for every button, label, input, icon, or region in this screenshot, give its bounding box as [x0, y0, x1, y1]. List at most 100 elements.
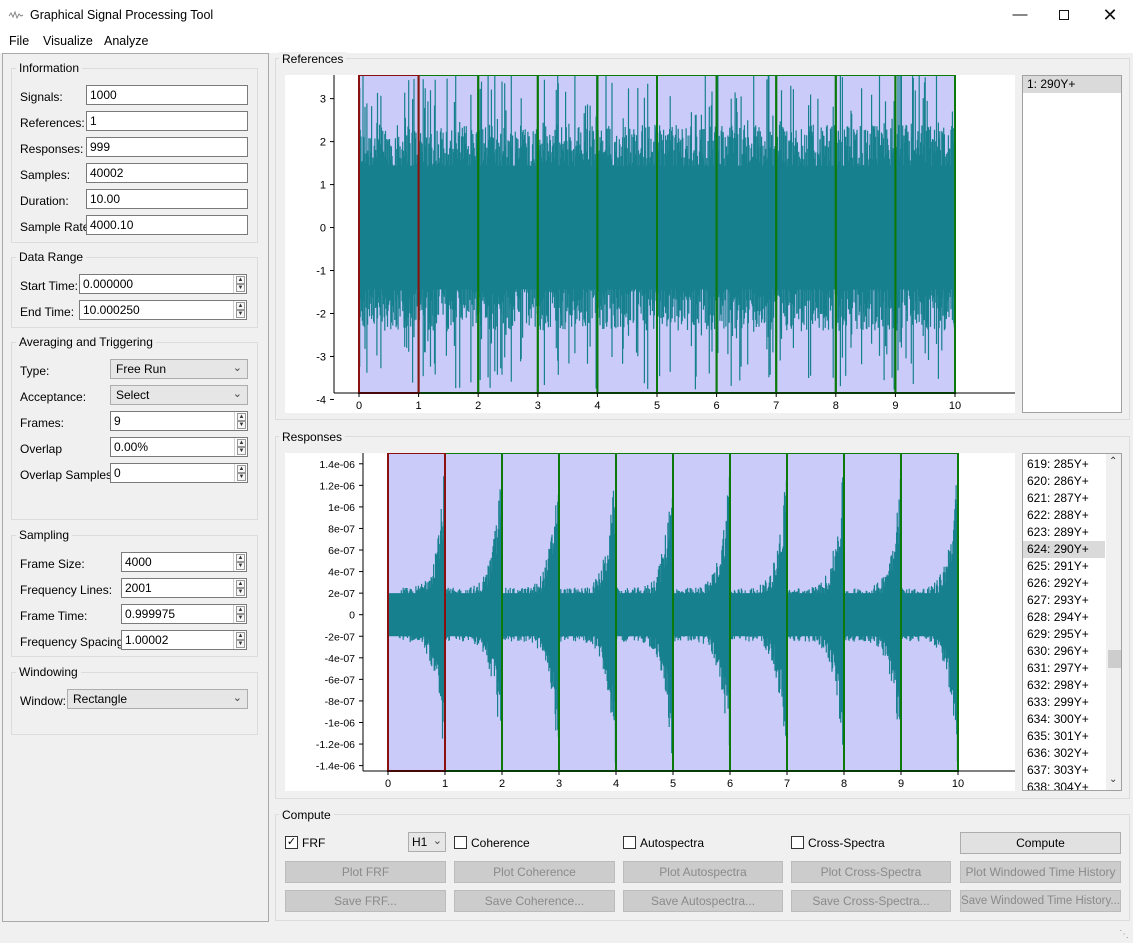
list-item[interactable]: 626: 292Y+: [1023, 575, 1105, 592]
frames-spinbox[interactable]: 9: [110, 411, 248, 431]
plot-windowed-time-history-button[interactable]: Plot Windowed Time History: [960, 861, 1121, 883]
cross-spectra-checkbox[interactable]: [791, 836, 804, 849]
list-item[interactable]: 625: 291Y+: [1023, 558, 1105, 575]
plot-autospectra-button[interactable]: Plot Autospectra: [623, 861, 783, 883]
y-tick-label: -4e-07: [325, 653, 356, 665]
menu-file[interactable]: File: [9, 34, 29, 48]
plot-frf-button[interactable]: Plot FRF: [285, 861, 446, 883]
list-item[interactable]: 636: 302Y+: [1023, 745, 1105, 762]
x-tick-label: 10: [952, 778, 964, 790]
y-tick-label: 8e-07: [328, 523, 355, 535]
save-frf-button[interactable]: Save FRF...: [285, 890, 446, 912]
list-item[interactable]: 1: 290Y+: [1023, 76, 1121, 93]
references-title: References: [279, 52, 347, 66]
responses-list[interactable]: 619: 285Y+ 620: 286Y+ 621: 287Y+ 622: 288Y+…: [1022, 453, 1122, 791]
coherence-checkbox[interactable]: [454, 836, 467, 849]
references-plot[interactable]: 0 1 2 3 4 5 6 7 8 9 10 3 2 1 0 -1 -2 -3 -4: [285, 66, 1015, 413]
list-item[interactable]: 631: 297Y+: [1023, 660, 1105, 677]
x-tick-label: 0: [356, 400, 362, 412]
y-tick-label: 1.4e-06: [319, 459, 355, 471]
list-item[interactable]: 635: 301Y+: [1023, 728, 1105, 745]
overlap-spinbox[interactable]: 0.00%: [110, 437, 248, 457]
window-label: Window:: [20, 694, 67, 708]
frequency-lines-spin-arrows[interactable]: ▲ ▼: [233, 579, 246, 597]
x-tick-label: 0: [385, 778, 391, 790]
list-item[interactable]: 623: 289Y+: [1023, 524, 1105, 541]
y-tick-label: 4e-07: [328, 567, 355, 579]
start-time-spin-arrows[interactable]: ▲ ▼: [233, 275, 246, 293]
save-autospectra-button[interactable]: Save Autospectra...: [623, 890, 783, 912]
save-windowed-time-history-button[interactable]: Save Windowed Time History...: [960, 890, 1121, 912]
frame-size-spin-arrows[interactable]: ▲ ▼: [233, 553, 246, 571]
list-item[interactable]: 633: 299Y+: [1023, 694, 1105, 711]
x-tick-label: 1: [442, 778, 448, 790]
frequency-lines-spinbox[interactable]: 2001: [121, 578, 247, 598]
responses-scrollbar[interactable]: ⌃ ⌄: [1106, 454, 1121, 790]
overlap-samples-spinbox[interactable]: 0: [110, 463, 248, 483]
frame-time-spinbox[interactable]: 0.999975: [121, 604, 247, 624]
menu-analyze[interactable]: Analyze: [104, 34, 148, 48]
save-coherence-button[interactable]: Save Coherence...: [454, 890, 615, 912]
resize-grip-icon[interactable]: ⋱: [1119, 929, 1129, 940]
type-dropdown[interactable]: Free Run ⌄: [110, 359, 248, 379]
responses-plot-canvas[interactable]: 0 1 2 3 4 5 6 7 8 9 10 1.4e-06 1.2e-06 1e-06 8e-07 6e-0…: [285, 452, 1015, 791]
list-item[interactable]: 628: 294Y+: [1023, 609, 1105, 626]
x-tick-label: 6: [714, 400, 720, 412]
compute-button[interactable]: Compute: [960, 832, 1121, 854]
app-logo-icon-graphic: [8, 10, 24, 20]
end-time-spinbox[interactable]: 10.000250: [79, 300, 247, 320]
start-time-spinbox[interactable]: 0.000000: [79, 274, 247, 294]
scrollbar-thumb[interactable]: [1108, 650, 1121, 668]
frf-checkbox[interactable]: ✓: [285, 836, 298, 849]
list-item[interactable]: 632: 298Y+: [1023, 677, 1105, 694]
list-item[interactable]: 637: 303Y+: [1023, 762, 1105, 779]
responses-plot[interactable]: 0 1 2 3 4 5 6 7 8 9 10 1.4e-06 1.2e-06 1e-06 8e-07 6e-0…: [285, 452, 1015, 791]
scroll-down-icon[interactable]: ⌄: [1109, 774, 1117, 785]
frequency-spacing-spin-arrows[interactable]: ▲ ▼: [233, 631, 246, 649]
window-dropdown[interactable]: Rectangle ⌄: [67, 689, 248, 709]
frame-time-spin-arrows[interactable]: ▲ ▼: [233, 605, 246, 623]
frames-spin-arrows[interactable]: ▲ ▼: [234, 412, 247, 430]
close-icon[interactable]: ✕: [1087, 0, 1133, 31]
responses-list-items: 619: 285Y+ 620: 286Y+ 621: 287Y+ 622: 288Y+…: [1023, 454, 1105, 790]
end-time-spin-arrows[interactable]: ▲ ▼: [233, 301, 246, 319]
y-tick-label: 2e-07: [328, 588, 355, 600]
save-cross-spectra-button[interactable]: Save Cross-Spectra...: [791, 890, 951, 912]
references-field[interactable]: 1: [86, 111, 248, 131]
list-item[interactable]: 634: 300Y+: [1023, 711, 1105, 728]
references-list[interactable]: 1: 290Y+: [1022, 75, 1122, 413]
maximize-icon[interactable]: [1041, 0, 1087, 31]
references-plot-canvas[interactable]: 0 1 2 3 4 5 6 7 8 9 103210-1-2-3-4: [285, 66, 1015, 413]
overlap-samples-spin-arrows[interactable]: ▲ ▼: [234, 464, 247, 482]
samples-field[interactable]: 40002: [86, 163, 248, 183]
duration-field[interactable]: 10.00: [86, 189, 248, 209]
minimize-icon[interactable]: —: [997, 0, 1043, 31]
plot-coherence-button[interactable]: Plot Coherence: [454, 861, 615, 883]
plot-cross-spectra-button[interactable]: Plot Cross-Spectra: [791, 861, 951, 883]
list-item[interactable]: 619: 285Y+: [1023, 456, 1105, 473]
chevron-down-icon: ⌄: [432, 835, 442, 847]
responses-field[interactable]: 999: [86, 137, 248, 157]
scroll-up-icon[interactable]: ⌃: [1109, 456, 1117, 467]
y-tick-label: -2: [316, 309, 326, 321]
list-item[interactable]: 638: 304Y+: [1023, 779, 1105, 790]
list-item[interactable]: 627: 293Y+: [1023, 592, 1105, 609]
x-tick-label: 5: [654, 400, 660, 412]
signals-field[interactable]: 1000: [86, 85, 248, 105]
h-estimator-dropdown[interactable]: H1 ⌄: [408, 832, 446, 852]
list-item[interactable]: 630: 296Y+: [1023, 643, 1105, 660]
overlap-spin-arrows[interactable]: ▲ ▼: [234, 438, 247, 456]
frame-size-spinbox[interactable]: 4000: [121, 552, 247, 572]
x-tick-label: 3: [535, 400, 541, 412]
sample-rate-field[interactable]: 4000.10: [86, 215, 248, 235]
list-item[interactable]: 622: 288Y+: [1023, 507, 1105, 524]
acceptance-dropdown[interactable]: Select ⌄: [110, 385, 248, 405]
autospectra-checkbox[interactable]: [623, 836, 636, 849]
list-item[interactable]: 621: 287Y+: [1023, 490, 1105, 507]
list-item[interactable]: 629: 295Y+: [1023, 626, 1105, 643]
list-item[interactable]: 624: 290Y+: [1023, 541, 1105, 558]
frame-size-label: Frame Size:: [20, 557, 85, 571]
list-item[interactable]: 620: 286Y+: [1023, 473, 1105, 490]
menu-visualize[interactable]: Visualize: [43, 34, 93, 48]
frequency-spacing-spinbox[interactable]: 1.00002: [121, 630, 247, 650]
